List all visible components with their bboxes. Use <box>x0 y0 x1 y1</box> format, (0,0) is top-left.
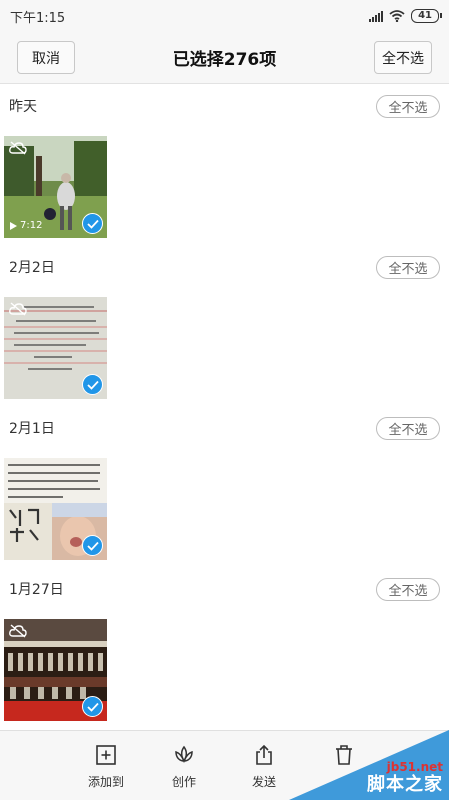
status-icons: 41 <box>369 9 442 23</box>
video-duration: 7:12 <box>20 220 43 231</box>
group-date: 昨天 <box>9 99 37 115</box>
cancel-button[interactable]: 取消 <box>17 41 75 74</box>
photo-thumbnail[interactable] <box>4 458 107 560</box>
selected-check-icon[interactable] <box>82 535 103 556</box>
group-select-none-button[interactable]: 全不选 <box>376 255 440 279</box>
selected-check-icon[interactable] <box>82 696 103 717</box>
photo-thumbnail[interactable]: 7:12 <box>4 136 107 238</box>
group-header: 2月1日 全不选 <box>0 406 449 450</box>
play-icon <box>10 221 17 230</box>
group-header: 2月2日 全不选 <box>0 245 449 289</box>
group-date: 2月1日 <box>9 421 55 437</box>
battery-indicator: 41 <box>411 9 442 23</box>
photo-thumbnail[interactable] <box>4 297 107 399</box>
status-bar: 下午1:15 41 <box>0 0 449 32</box>
photo-list[interactable]: 昨天 全不选 7:12 2月2日 全不选 2月1日 全不选 1月27日 全不选 <box>0 84 449 730</box>
page-title: 已选择276项 <box>172 50 277 70</box>
site-watermark: jb51.net 脚本之家 <box>289 730 449 800</box>
add-to-album-icon <box>96 745 116 765</box>
select-none-button[interactable]: 全不选 <box>374 41 432 74</box>
photo-thumbnail[interactable] <box>4 619 107 721</box>
send-button[interactable]: 发送 <box>236 743 292 790</box>
group-date: 1月27日 <box>9 582 64 598</box>
watermark-site-name: 脚本之家 <box>367 774 443 795</box>
wifi-icon <box>389 10 405 22</box>
cloud-off-icon <box>9 624 27 638</box>
cloud-off-icon <box>9 302 27 316</box>
selected-check-icon[interactable] <box>82 213 103 234</box>
group-select-none-button[interactable]: 全不选 <box>376 577 440 601</box>
group-header: 1月27日 全不选 <box>0 567 449 611</box>
lotus-icon <box>175 745 193 764</box>
create-button[interactable]: 创作 <box>156 743 212 790</box>
status-time: 下午1:15 <box>10 10 66 26</box>
selected-check-icon[interactable] <box>82 374 103 395</box>
add-to-button[interactable]: 添加到 <box>78 743 134 790</box>
signal-icon <box>369 10 384 22</box>
share-icon <box>256 744 272 765</box>
group-select-none-button[interactable]: 全不选 <box>376 94 440 118</box>
selection-header: 取消 已选择276项 全不选 <box>0 32 449 84</box>
video-duration-badge: 7:12 <box>10 220 42 231</box>
create-label: 创作 <box>171 775 196 789</box>
group-date: 2月2日 <box>9 260 55 276</box>
cloud-off-icon <box>9 141 27 155</box>
group-header: 昨天 全不选 <box>0 84 449 128</box>
add-to-label: 添加到 <box>87 775 124 789</box>
send-label: 发送 <box>251 775 276 789</box>
group-select-none-button[interactable]: 全不选 <box>376 416 440 440</box>
